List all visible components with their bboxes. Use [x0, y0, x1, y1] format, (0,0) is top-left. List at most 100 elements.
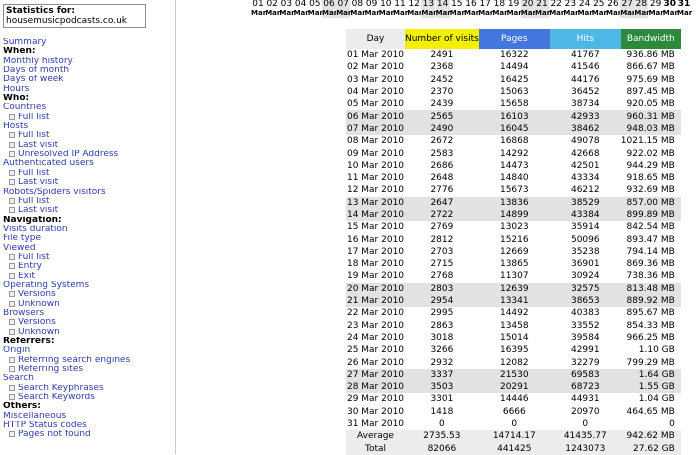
day-link-14[interactable]: 14 Mar — [435, 0, 451, 18]
submenu-link-versions[interactable]: Versions — [3, 318, 175, 327]
submenu-link-unresolved-ip-address[interactable]: Unresolved IP Address — [3, 150, 175, 159]
day-link-21[interactable]: 21 Mar — [535, 0, 550, 18]
day-number: 18 — [493, 0, 506, 9]
menu-link-summary[interactable]: Summary — [3, 38, 175, 47]
day-link-20[interactable]: 20 Mar — [520, 0, 536, 18]
day-link-17[interactable]: 17 Mar — [478, 0, 493, 18]
menu-link-miscellaneous[interactable]: Miscellaneous — [3, 412, 175, 421]
menu-link-search[interactable]: Search — [3, 374, 175, 383]
day-link-08[interactable]: 08 Mar — [350, 0, 365, 18]
submenu-icon — [9, 141, 15, 148]
cell-hits: 35914 — [570, 222, 600, 233]
average-visits: 2735.53 — [405, 430, 479, 443]
day-link-25[interactable]: 25 Mar — [592, 0, 607, 18]
day-link-30[interactable]: 30 Mar — [663, 0, 678, 18]
day-link-28[interactable]: 28 Mar — [634, 0, 650, 18]
submenu-icon — [9, 319, 15, 326]
cell-day: 04 Mar 2010 — [346, 87, 405, 98]
menu-link-days-of-week[interactable]: Days of week — [3, 75, 175, 84]
menu-link-visits-duration[interactable]: Visits duration — [3, 225, 175, 234]
submenu-link-pages-not-found[interactable]: Pages not found — [3, 430, 175, 439]
menu-item-label: Search Keywords — [18, 393, 95, 403]
menu-link-days-of-month[interactable]: Days of month — [3, 66, 175, 75]
day-link-13[interactable]: 13 Mar — [421, 0, 437, 18]
submenu-link-versions[interactable]: Versions — [3, 290, 175, 299]
day-link-02[interactable]: 02 Mar — [265, 0, 280, 18]
cell-bandwidth: 738.36 MB — [626, 271, 675, 282]
stats-label: Statistics for: — [6, 6, 75, 16]
day-month: Mar — [606, 9, 622, 17]
menu-link-robots-spiders-visitors[interactable]: Robots/Spiders visitors — [3, 188, 175, 197]
menu-link-viewed[interactable]: Viewed — [3, 244, 175, 253]
menu-link-origin[interactable]: Origin — [3, 346, 175, 355]
day-link-19[interactable]: 19 Mar — [507, 0, 522, 18]
submenu-link-full-list[interactable]: Full list — [3, 131, 175, 140]
cell-hits: 42991 — [570, 345, 600, 356]
cell-hits: 43334 — [570, 173, 600, 184]
day-link-16[interactable]: 16 Mar — [464, 0, 479, 18]
cell-visits: 2672 — [430, 136, 454, 147]
cell-visits: 2863 — [430, 320, 454, 331]
submenu-link-unknown[interactable]: Unknown — [3, 328, 175, 337]
submenu-link-full-list[interactable]: Full list — [3, 113, 175, 122]
day-link-07[interactable]: 07 Mar — [336, 0, 351, 18]
day-link-11[interactable]: 11 Mar — [393, 0, 408, 18]
submenu-link-unknown[interactable]: Unknown — [3, 300, 175, 309]
submenu-link-last-visit[interactable]: Last visit — [3, 206, 175, 215]
menu-link-http-status-codes[interactable]: HTTP Status codes — [3, 421, 175, 430]
day-link-06[interactable]: 06 Mar — [322, 0, 337, 18]
submenu-link-last-visit[interactable]: Last visit — [3, 178, 175, 187]
day-link-10[interactable]: 10 Mar — [379, 0, 394, 18]
day-number: 01 — [252, 0, 264, 9]
day-link-05[interactable]: 05 Mar — [308, 0, 323, 18]
submenu-link-full-list[interactable]: Full list — [3, 169, 175, 178]
day-link-26[interactable]: 26 Mar — [606, 0, 622, 18]
cell-day: 24 Mar 2010 — [346, 332, 405, 343]
day-link-27[interactable]: 27 Mar — [620, 0, 635, 18]
submenu-link-full-list[interactable]: Full list — [3, 197, 175, 206]
menu-link-operating-systems[interactable]: Operating Systems — [3, 281, 175, 290]
cell-hits: 36452 — [570, 87, 600, 98]
menu-item-label: Versions — [18, 290, 56, 300]
menu-link-browsers[interactable]: Browsers — [3, 309, 175, 318]
submenu-link-entry[interactable]: Entry — [3, 262, 175, 271]
menu-link-hosts[interactable]: Hosts — [3, 122, 175, 131]
cell-visits: 3503 — [405, 381, 479, 394]
menu-link-file-type[interactable]: File type — [3, 234, 175, 243]
day-link-31[interactable]: 31 Mar — [677, 0, 692, 18]
day-link-03[interactable]: 03 Mar — [279, 0, 294, 18]
menu-link-authenticated-users[interactable]: Authenticated users — [3, 159, 175, 168]
day-link-09[interactable]: 09 Mar — [365, 0, 380, 18]
day-link-23[interactable]: 23 Mar — [563, 0, 578, 18]
menu-item-label: Unknown — [18, 327, 60, 337]
table-row: 26 Mar 2010 2932 12082 32279 799.29 MB — [346, 356, 681, 368]
cell-day: 18 Mar 2010 — [346, 259, 405, 270]
cell-hits: 0 — [582, 419, 589, 430]
menu-link-hours[interactable]: Hours — [3, 85, 175, 94]
cell-day: 28 Mar 2010 — [346, 381, 405, 394]
cell-hits: 44931 — [570, 394, 600, 405]
submenu-link-search-keywords[interactable]: Search Keywords — [3, 393, 175, 402]
day-link-01[interactable]: 01 Mar — [251, 0, 266, 18]
day-link-04[interactable]: 04 Mar — [294, 0, 309, 18]
cell-hits: 41546 — [570, 62, 600, 73]
day-link-29[interactable]: 29 Mar — [649, 0, 664, 18]
cell-bandwidth: 866.67 MB — [626, 62, 675, 73]
menu-link-countries[interactable]: Countries — [3, 103, 175, 112]
day-link-24[interactable]: 24 Mar — [578, 0, 593, 18]
submenu-link-full-list[interactable]: Full list — [3, 253, 175, 262]
menu-item-label: Monthly history — [3, 56, 73, 66]
day-link-22[interactable]: 22 Mar — [549, 0, 564, 18]
menu-link-monthly-history[interactable]: Monthly history — [3, 57, 175, 66]
submenu-link-last-visit[interactable]: Last visit — [3, 141, 175, 150]
cell-pages: 12639 — [478, 282, 550, 295]
day-number: 11 — [394, 0, 406, 9]
cell-bandwidth: 1.55 GB — [620, 381, 681, 394]
submenu-link-referring-search-engines[interactable]: Referring search engines — [3, 356, 175, 365]
submenu-link-referring-sites[interactable]: Referring sites — [3, 365, 175, 374]
submenu-link-exit[interactable]: Exit — [3, 272, 175, 281]
day-link-12[interactable]: 12 Mar — [407, 0, 422, 18]
submenu-link-search-keyphrases[interactable]: Search Keyphrases — [3, 384, 175, 393]
day-link-15[interactable]: 15 Mar — [450, 0, 465, 18]
day-link-18[interactable]: 18 Mar — [492, 0, 507, 18]
